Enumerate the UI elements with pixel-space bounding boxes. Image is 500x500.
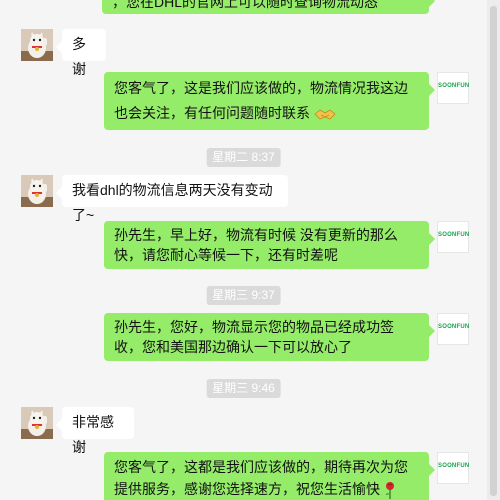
soonfun-avatar-icon[interactable]: SOONFUN [437,221,469,253]
scrollbar-thumb[interactable] [490,6,497,496]
soonfun-avatar-icon[interactable]: SOONFUN [437,72,469,104]
timestamp: 星期三 9:46 [206,379,281,398]
message-text: 多谢 [72,36,86,77]
message-text: ，您在DHL的官网上可以随时查询物流动态 [112,0,379,10]
message-bubble-sent: 孙先生，早上好，物流有时候 没有更新的那么快，请您耐心等候一下，还有时差呢 [104,221,435,269]
brand-logo-text: SOONFUN [438,324,470,330]
message-bubble-received: 多谢 [56,29,106,77]
lucky-cat-avatar-icon[interactable] [21,407,53,439]
message-text: 您客气了，这都是我们应该做的，期待再次为您提供服务，感谢您选择速方，祝您生活愉快 [114,459,408,497]
lucky-cat-avatar-icon[interactable] [21,175,53,207]
brand-logo-text: SOONFUN [438,232,470,238]
message-text: 孙先生，早上好，物流有时候 没有更新的那么快，请您耐心等候一下，还有时差呢 [114,227,398,263]
message-bubble-received: 我看dhl的物流信息两天没有变动了~ [56,175,288,223]
lucky-cat-avatar-icon[interactable] [21,29,53,61]
vertical-scrollbar[interactable] [487,0,500,500]
rose-icon [385,482,394,500]
message-bubble-sent: 孙先生，您好，物流显示您的物品已经成功签收，您和美国那边确认一下可以放心了 [104,313,435,361]
message-text: 非常感谢 [72,414,114,455]
message-bubble-received: 非常感谢 [56,407,134,455]
handshake-icon [314,109,336,120]
soonfun-avatar-icon[interactable]: SOONFUN [437,452,469,484]
message-text: 孙先生，您好，物流显示您的物品已经成功签收，您和美国那边确认一下可以放心了 [114,319,394,355]
message-bubble-sent: 您客气了，这是我们应该做的，物流情况我这边也会关注，有任何问题随时联系 [104,72,435,130]
timestamp: 星期二 8:37 [206,148,281,167]
message-text: 我看dhl的物流信息两天没有变动了~ [72,182,273,223]
timestamp: 星期三 9:37 [206,286,281,305]
message-bubble-sent: 您客气了，这都是我们应该做的，期待再次为您提供服务，感谢您选择速方，祝您生活愉快 [104,452,435,500]
message-text: 您客气了，这是我们应该做的，物流情况我这边也会关注，有任何问题随时联系 [114,80,408,121]
brand-logo-text: SOONFUN [438,83,470,89]
message-bubble-sent: ，您在DHL的官网上可以随时查询物流动态 [102,0,435,14]
chat-history: ，您在DHL的官网上可以随时查询物流动态 多谢 您客气了，这是我们应该做的，物流… [0,0,487,500]
soonfun-avatar-icon[interactable]: SOONFUN [437,313,469,345]
brand-logo-text: SOONFUN [438,463,470,469]
